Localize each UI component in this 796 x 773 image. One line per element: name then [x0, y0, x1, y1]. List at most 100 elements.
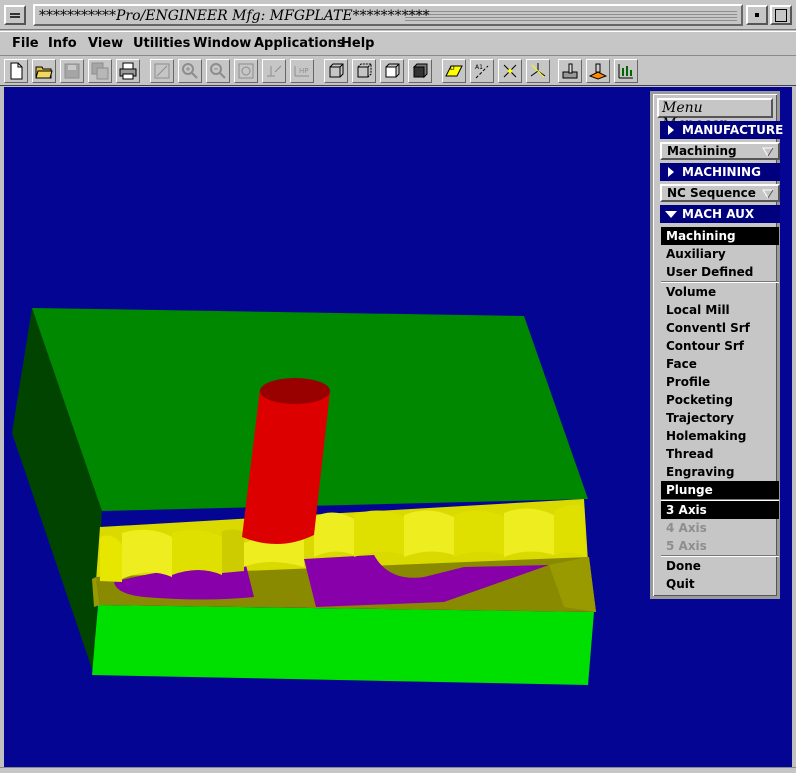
dropdown-arrow-icon	[762, 147, 774, 157]
mfg-sequence-icon	[562, 63, 578, 79]
menu-applications[interactable]: Applications	[254, 36, 345, 51]
mfg-sequence-button[interactable]	[558, 59, 582, 83]
datum-axes-button[interactable]: A1	[470, 59, 494, 83]
collapse-arrow-icon	[668, 125, 674, 135]
coordinate-systems-icon	[530, 63, 546, 78]
menu-item-volume[interactable]: Volume	[661, 283, 779, 301]
open-button[interactable]	[32, 59, 56, 83]
hidden-line-icon	[357, 63, 372, 78]
datum-axes-icon: A1	[475, 64, 489, 79]
menu-utilities[interactable]: Utilities	[133, 36, 190, 51]
datum-planes-icon: D	[445, 65, 463, 77]
open-folder-icon	[35, 66, 53, 79]
title-drag-area[interactable]: ***********Pro/ENGINEER Mfg: MFGPLATE***…	[33, 4, 743, 26]
new-button[interactable]	[4, 59, 28, 83]
saved-views-button[interactable]: HP	[290, 59, 314, 83]
window-bottom-border	[0, 767, 796, 773]
window-menu-button[interactable]	[4, 5, 26, 25]
collapse-arrow-icon	[668, 167, 674, 177]
menu-item-engraving[interactable]: Engraving	[661, 463, 779, 481]
no-hidden-button[interactable]	[380, 59, 404, 83]
wireframe-icon	[329, 63, 344, 78]
toolbar: HP D A1	[0, 55, 796, 86]
cl-data-button[interactable]	[614, 59, 638, 83]
no-hidden-icon	[385, 63, 400, 78]
menu-view[interactable]: View	[88, 36, 123, 51]
machining-dropdown-label: Machining	[667, 144, 737, 158]
menu-item-trajectory[interactable]: Trajectory	[661, 409, 779, 427]
menu-item-face[interactable]: Face	[661, 355, 779, 373]
menu-window[interactable]: Window	[193, 36, 251, 51]
menu-bar: File Info View Utilities Window Applicat…	[0, 31, 796, 55]
datum-planes-button[interactable]: D	[442, 59, 466, 83]
maximize-icon	[775, 9, 787, 22]
datum-points-icon	[503, 64, 517, 78]
repaint-button[interactable]	[150, 59, 174, 83]
header-manufacture-label: MANUFACTURE	[682, 123, 784, 137]
menu-item-4-axis: 4 Axis	[666, 521, 707, 535]
zoom-out-button[interactable]	[206, 59, 230, 83]
save-copy-icon	[91, 62, 109, 80]
minimize-button[interactable]	[746, 5, 768, 25]
svg-text:D: D	[450, 65, 455, 72]
header-manufacture[interactable]: MANUFACTURE	[660, 121, 784, 139]
menu-item-profile[interactable]: Profile	[661, 373, 779, 391]
menu-file[interactable]: File	[12, 36, 39, 51]
hidden-line-button[interactable]	[352, 59, 376, 83]
menu-manager: Menu Manager MANUFACTURE Machining MACHI…	[650, 91, 784, 599]
nc-check-icon	[589, 63, 607, 80]
header-machining-label: MACHINING	[682, 165, 761, 179]
window-menu-icon	[10, 13, 20, 18]
menu-info[interactable]: Info	[48, 36, 77, 51]
orient-icon	[267, 65, 282, 77]
svg-text:HP: HP	[299, 67, 309, 75]
repaint-icon	[154, 63, 170, 79]
header-machining[interactable]: MACHINING	[660, 163, 780, 181]
saved-views-icon: HP	[294, 66, 309, 77]
menu-item-quit[interactable]: Quit	[661, 575, 779, 593]
menu-item-done[interactable]: Done	[661, 557, 779, 575]
print-icon	[119, 62, 137, 80]
menu-item-pocketing[interactable]: Pocketing	[661, 391, 779, 409]
nc-sequence-dropdown-label: NC Sequence	[667, 186, 756, 200]
header-mach-aux[interactable]: MACH AUX	[660, 205, 780, 223]
datum-points-button[interactable]	[498, 59, 522, 83]
menu-item-5-axis: 5 Axis	[666, 539, 707, 553]
save-icon	[64, 63, 80, 79]
menu-item-conventl-srf[interactable]: Conventl Srf	[661, 319, 779, 337]
menu-item-thread[interactable]: Thread	[661, 445, 779, 463]
save-button[interactable]	[60, 59, 84, 83]
save-copy-button[interactable]	[88, 59, 112, 83]
stock-front-face	[92, 605, 594, 685]
title-stripes	[405, 9, 737, 21]
machining-dropdown[interactable]: Machining	[660, 142, 780, 160]
orient-button[interactable]	[262, 59, 286, 83]
shading-button[interactable]	[408, 59, 432, 83]
zoom-in-button[interactable]	[178, 59, 202, 83]
menu-item-auxiliary[interactable]: Auxiliary	[661, 245, 779, 263]
menu-item-local-mill[interactable]: Local Mill	[661, 301, 779, 319]
menu-manager-title[interactable]: Menu Manager	[657, 98, 773, 132]
wireframe-button[interactable]	[324, 59, 348, 83]
print-button[interactable]	[116, 59, 140, 83]
expand-arrow-icon	[665, 211, 677, 218]
title-bar: ***********Pro/ENGINEER Mfg: MFGPLATE***…	[0, 0, 796, 30]
nc-check-button[interactable]	[586, 59, 610, 83]
zoom-out-icon	[210, 63, 226, 79]
menu-help[interactable]: Help	[341, 36, 374, 51]
menu-item-3-axis[interactable]: 3 Axis	[661, 501, 779, 519]
refit-button[interactable]	[234, 59, 258, 83]
menu-item-holemaking[interactable]: Holemaking	[661, 427, 779, 445]
menu-item-contour-srf[interactable]: Contour Srf	[661, 337, 779, 355]
svg-text:A1: A1	[475, 64, 483, 71]
cl-data-icon	[618, 64, 633, 79]
coordinate-systems-button[interactable]	[526, 59, 550, 83]
menu-item-machining[interactable]: Machining	[661, 227, 779, 245]
dropdown-arrow-icon	[762, 189, 774, 199]
nc-sequence-dropdown[interactable]: NC Sequence	[660, 184, 780, 202]
window-title: ***********Pro/ENGINEER Mfg: MFGPLATE***…	[39, 8, 430, 24]
menu-item-plunge[interactable]: Plunge	[661, 481, 779, 499]
maximize-button[interactable]	[770, 5, 792, 25]
menu-item-user-defined[interactable]: User Defined	[661, 263, 779, 281]
minimize-icon	[755, 13, 759, 17]
